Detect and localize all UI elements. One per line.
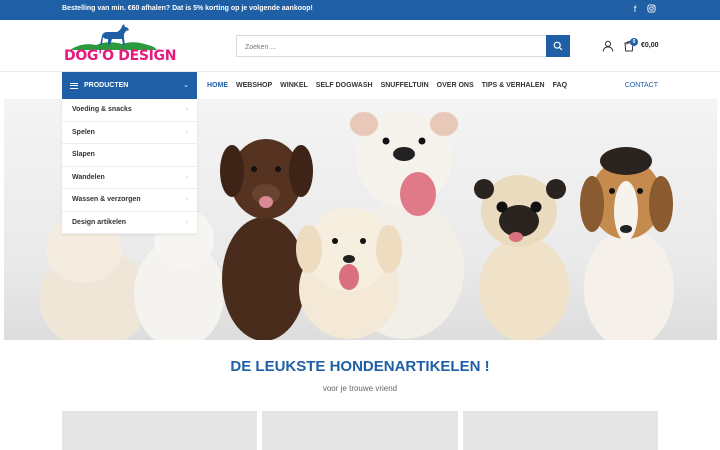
chevron-down-icon: ⌄ bbox=[183, 82, 189, 89]
category-item-voeding-snacks[interactable]: Voeding & snacks › bbox=[62, 99, 197, 122]
instagram-icon[interactable] bbox=[646, 4, 656, 15]
search-input[interactable] bbox=[237, 37, 537, 58]
logo-text: DOG'O DESIGN bbox=[64, 48, 177, 64]
chevron-right-icon: › bbox=[185, 173, 188, 181]
category-cards bbox=[62, 411, 658, 450]
main-navigation: PRODUCTEN ⌄ HOME WEBSHOP WINKEL SELF DOG… bbox=[0, 72, 720, 99]
category-label: Voeding & snacks bbox=[72, 106, 132, 114]
category-dropdown: Voeding & snacks › Spelen › Slapen Wande… bbox=[62, 99, 197, 234]
category-label: Design artikelen bbox=[72, 218, 127, 226]
social-links: f bbox=[630, 4, 656, 15]
search-bar bbox=[236, 35, 570, 58]
category-label: Slapen bbox=[72, 151, 95, 159]
category-label: Wassen & verzorgen bbox=[72, 196, 141, 204]
nav-item-over-ons[interactable]: OVER ONS bbox=[437, 82, 474, 89]
nav-item-faq[interactable]: FAQ bbox=[553, 82, 567, 89]
cart-count-badge: 0 bbox=[630, 38, 638, 46]
category-item-wassen-verzorgen[interactable]: Wassen & verzorgen › bbox=[62, 189, 197, 212]
chevron-right-icon: › bbox=[185, 106, 188, 113]
cart-total[interactable]: €0,00 bbox=[641, 42, 659, 49]
search-icon bbox=[553, 41, 563, 51]
category-label: Wandelen bbox=[72, 173, 105, 181]
category-card[interactable] bbox=[262, 411, 458, 450]
site-logo[interactable]: DOG'O DESIGN bbox=[62, 22, 176, 70]
user-account-icon[interactable] bbox=[602, 40, 614, 52]
chevron-right-icon: › bbox=[185, 128, 188, 136]
category-card[interactable] bbox=[462, 411, 658, 450]
section-title: DE LEUKSTE HONDENARTIKELEN ! bbox=[230, 358, 490, 375]
categories-toggle[interactable]: PRODUCTEN ⌄ bbox=[62, 72, 197, 99]
section-subtitle: voor je trouwe vriend bbox=[322, 384, 398, 393]
category-label: Spelen bbox=[72, 128, 95, 136]
chevron-right-icon: › bbox=[185, 196, 188, 203]
nav-item-webshop[interactable]: WEBSHOP bbox=[236, 82, 272, 89]
chevron-right-icon: › bbox=[185, 218, 188, 226]
top-bar: Bestelling van min. €60 afhalen? Dat is … bbox=[0, 0, 720, 20]
nav-item-snuffeltuin[interactable]: SNUFFELTUIN bbox=[381, 82, 429, 89]
categories-label: PRODUCTEN bbox=[84, 82, 129, 89]
hamburger-icon bbox=[70, 82, 78, 89]
category-item-design-artikelen[interactable]: Design artikelen › bbox=[62, 212, 197, 234]
site-header: DOG'O DESIGN 0 €0,00 bbox=[0, 20, 720, 72]
nav-item-self-dogwash[interactable]: SELF DOGWASH bbox=[316, 82, 373, 89]
menu-links: HOME WEBSHOP WINKEL SELF DOGWASH SNUFFEL… bbox=[207, 72, 567, 99]
search-button[interactable] bbox=[546, 35, 570, 57]
facebook-icon[interactable]: f bbox=[630, 4, 640, 15]
category-item-spelen[interactable]: Spelen › bbox=[62, 122, 197, 144]
nav-item-contact[interactable]: CONTACT bbox=[625, 82, 658, 89]
promo-text: Bestelling van min. €60 afhalen? Dat is … bbox=[62, 5, 313, 12]
nav-item-home[interactable]: HOME bbox=[207, 82, 228, 89]
category-item-slapen[interactable]: Slapen bbox=[62, 144, 197, 167]
category-card[interactable] bbox=[62, 411, 258, 450]
nav-item-tips-verhalen[interactable]: TIPS & VERHALEN bbox=[482, 82, 545, 89]
nav-item-winkel[interactable]: WINKEL bbox=[280, 82, 308, 89]
category-item-wandelen[interactable]: Wandelen › bbox=[62, 167, 197, 189]
